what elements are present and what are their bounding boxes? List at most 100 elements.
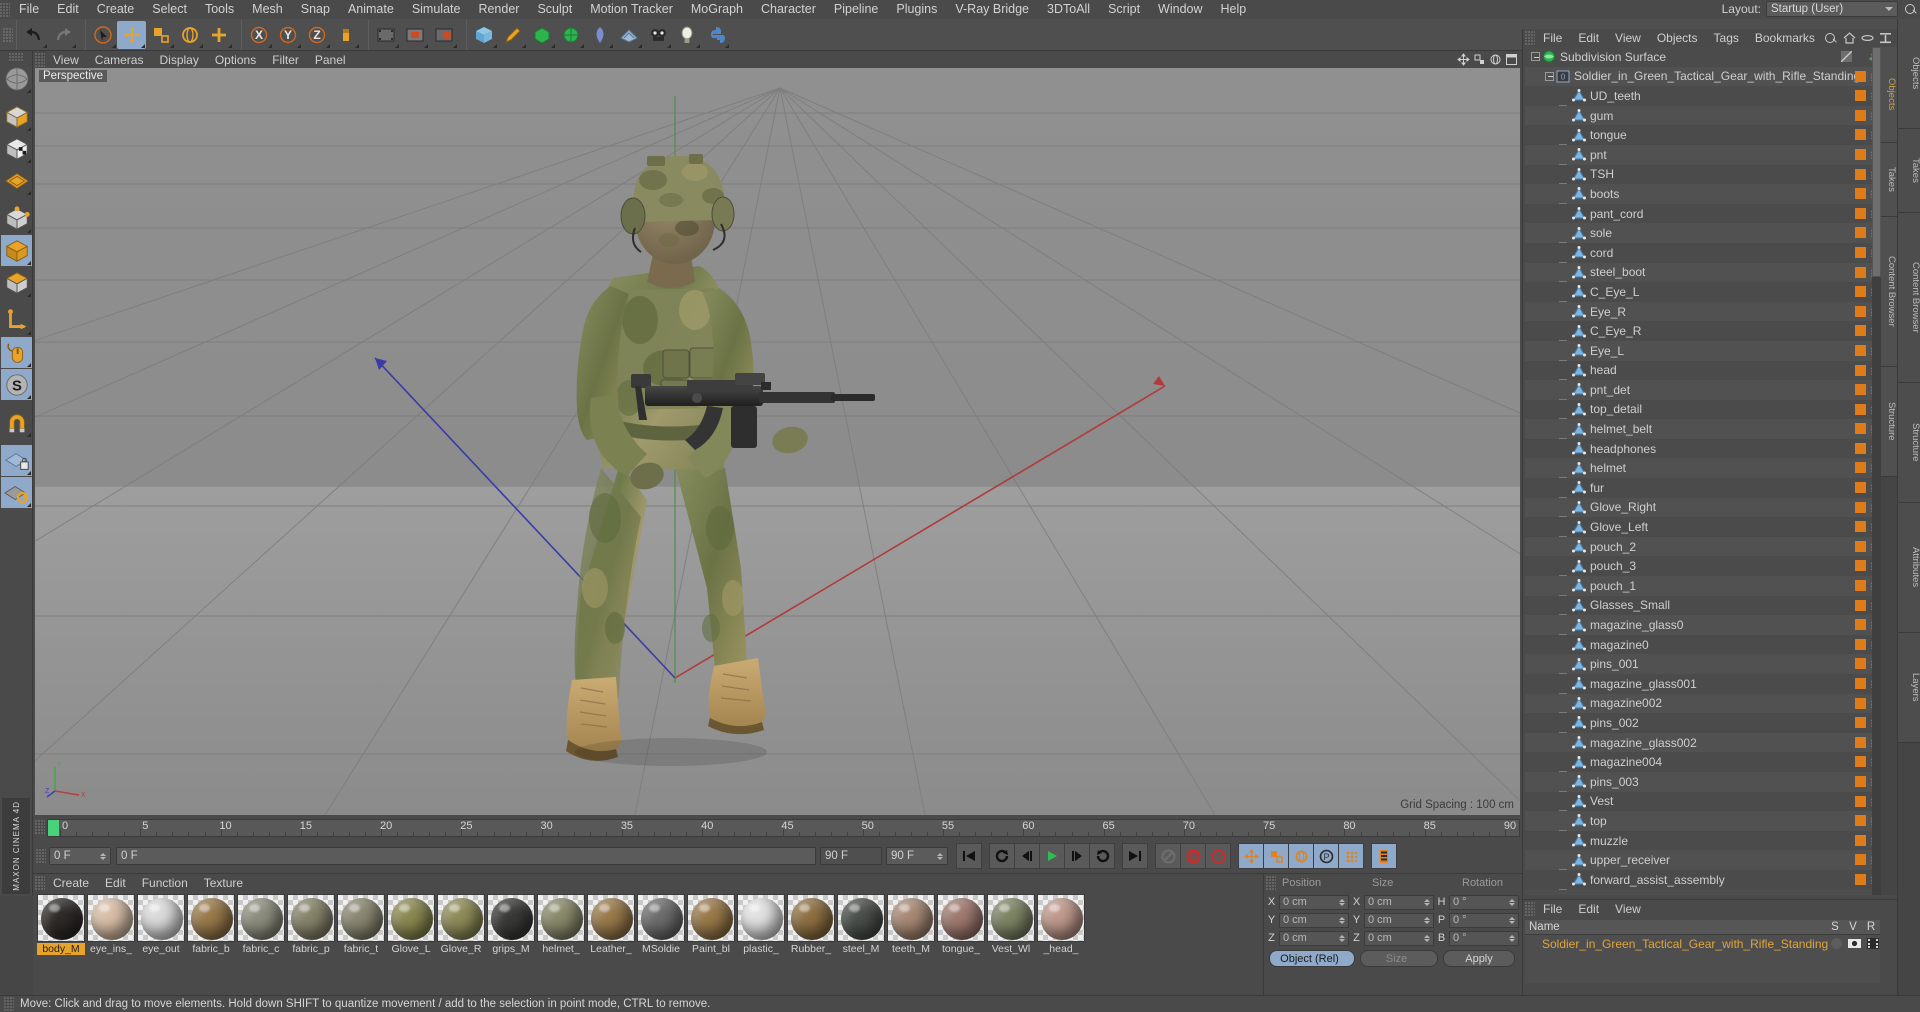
timeline-ruler-bar[interactable]: 0 5 10 15 20 25 30 35 40 45 50 55 60 65 70 75 80 85 90 (33, 817, 1522, 839)
material-tag-icon[interactable] (1855, 873, 1866, 885)
material-menu-item-function[interactable]: Function (134, 874, 196, 892)
polygon-object-icon[interactable] (1572, 207, 1586, 220)
material-item[interactable]: teeth_M (887, 894, 935, 955)
flyout-corner-icon[interactable] (27, 89, 31, 93)
material-tag-icon[interactable] (1855, 795, 1866, 807)
object-tree-row[interactable]: tongue (1525, 125, 1880, 146)
flyout-corner-icon[interactable] (27, 191, 31, 195)
flyout-corner-icon[interactable] (27, 261, 31, 265)
polygon-object-icon[interactable] (1572, 500, 1586, 514)
position-x-field[interactable]: 0 cm (1279, 894, 1349, 910)
object-tree-row[interactable]: pnt (1525, 144, 1880, 165)
timeline-mode-group[interactable] (1371, 843, 1397, 869)
object-menu-item-tags[interactable]: Tags (1706, 29, 1747, 47)
menu-item-window[interactable]: Window (1149, 0, 1211, 19)
collapse-toggle-icon[interactable] (1531, 52, 1540, 62)
current-frame-spinner[interactable] (100, 852, 106, 860)
search-icon[interactable] (1903, 2, 1918, 17)
material-item[interactable]: eye_out (137, 894, 185, 955)
expand-icon[interactable] (1879, 32, 1892, 44)
menu-item-render[interactable]: Render (469, 0, 528, 19)
flyout-corner-icon[interactable] (27, 503, 31, 507)
object-manager-side-tabs[interactable]: Objects Takes Content Browser Structure (1881, 47, 1897, 895)
tool-soft-selection[interactable]: S (1, 369, 32, 400)
material-item[interactable]: grips_M (487, 894, 535, 955)
transport-buttons-group-1[interactable] (956, 843, 982, 869)
object-menu-item-objects[interactable]: Objects (1649, 29, 1706, 47)
flyout-corner-icon[interactable] (27, 331, 31, 335)
material-item[interactable]: Glove_R (437, 894, 485, 955)
render-view-button[interactable] (371, 21, 400, 49)
material-thumbnail[interactable] (37, 894, 85, 942)
menu-item-mesh[interactable]: Mesh (243, 0, 292, 19)
size-y-field[interactable]: 0 cm (1364, 912, 1434, 928)
tool-texture-axis[interactable] (1, 63, 32, 94)
flyout-corner-icon[interactable] (424, 43, 428, 48)
generator-button[interactable] (527, 21, 556, 49)
material-tag-icon[interactable] (1855, 148, 1866, 160)
flyout-corner-icon[interactable] (199, 43, 203, 48)
home-icon[interactable] (1843, 32, 1856, 44)
viewport-menu-item-options[interactable]: Options (207, 51, 264, 69)
coordinate-apply-button[interactable]: Apply (1443, 950, 1515, 967)
menu-grip-handle[interactable] (0, 2, 10, 17)
dock-tab-content-browser[interactable]: Content Browser (1898, 213, 1920, 383)
material-item[interactable]: Vest_Wl (987, 894, 1035, 955)
polygon-object-icon[interactable] (1572, 794, 1586, 808)
polygon-object-icon[interactable] (1572, 422, 1586, 436)
object-tree-row[interactable]: helmet_belt (1525, 419, 1880, 440)
object-tree-row[interactable]: 0 Soldier_in_Green_Tactical_Gear_with_Rif… (1525, 66, 1880, 87)
material-tag-icon[interactable] (1855, 619, 1866, 631)
polygon-object-icon[interactable] (1572, 226, 1586, 240)
flyout-corner-icon[interactable] (27, 127, 31, 131)
menu-item-simulate[interactable]: Simulate (403, 0, 470, 19)
transport-grip-handle[interactable] (36, 849, 46, 863)
layer-row[interactable]: Soldier_in_Green_Tactical_Gear_with_Rifl… (1525, 935, 1880, 952)
material-tag-icon[interactable] (1855, 207, 1866, 219)
left-toolbar[interactable]: S MAXON CINEMA 4D (0, 51, 33, 896)
flyout-corner-icon[interactable] (725, 43, 729, 48)
polygon-object-icon[interactable] (1572, 834, 1586, 847)
transport-bar[interactable]: 0 F 0 F 90 F 90 F ? P (33, 839, 1522, 873)
menu-item-create[interactable]: Create (88, 0, 144, 19)
status-grip-handle[interactable] (4, 997, 14, 1011)
viewport-menu-item-panel[interactable]: Panel (307, 51, 354, 69)
material-tag-icon[interactable] (1855, 384, 1866, 396)
polygon-object-icon[interactable] (1572, 481, 1586, 494)
coordinate-row-x[interactable]: X 0 cm X 0 cm H 0 ° (1264, 894, 1522, 910)
collapse-toggle-icon[interactable] (1545, 71, 1554, 81)
size-z-field[interactable]: 0 cm (1364, 930, 1434, 946)
material-thumbnail[interactable] (737, 894, 785, 942)
material-tag-icon[interactable] (1855, 442, 1866, 454)
material-grip-handle[interactable] (35, 876, 45, 890)
tool-axis-modify[interactable] (1, 305, 32, 336)
polygon-object-icon[interactable] (1572, 775, 1586, 788)
layer-manager-grip-handle[interactable] (1525, 902, 1535, 916)
menu-item-pipeline[interactable]: Pipeline (825, 0, 887, 19)
material-tag-icon[interactable] (1855, 403, 1866, 415)
toolbar-grip-handle[interactable] (3, 27, 13, 42)
material-thumbnail[interactable] (337, 894, 385, 942)
material-item[interactable]: tongue_ (937, 894, 985, 955)
object-tree-list[interactable]: Subdivision Surface✓ 0 Soldier_in_Green_Ta… (1525, 47, 1880, 895)
material-tag-icon[interactable] (1855, 736, 1866, 748)
material-tag-icon[interactable] (1855, 540, 1866, 552)
object-tree-row[interactable]: forward_assist_assembly (1525, 869, 1880, 890)
material-tag-icon[interactable] (1855, 638, 1866, 650)
material-tag-icon[interactable] (1855, 756, 1866, 768)
object-manager-grip-handle[interactable] (1525, 31, 1535, 45)
material-grid[interactable]: body_M eye_ins_ eye_out fabric_b fabric_c fab… (37, 894, 1085, 955)
object-tree-row[interactable]: Vest (1525, 791, 1880, 812)
material-thumbnail[interactable] (837, 894, 885, 942)
viewport-menu-item-filter[interactable]: Filter (264, 51, 307, 69)
deformer-button[interactable] (556, 21, 585, 49)
polygon-object-icon[interactable] (1572, 109, 1586, 122)
polygon-object-icon[interactable] (1572, 461, 1586, 475)
play-forwards-button[interactable] (1089, 843, 1115, 869)
object-tree-row[interactable]: Eye_L (1525, 340, 1880, 361)
viewport-menu-bar[interactable]: View Cameras Display Options Filter Panel (33, 51, 1522, 68)
object-list-scrollbar[interactable] (1872, 47, 1881, 895)
polygon-object-icon[interactable] (1572, 344, 1586, 357)
polygon-object-icon[interactable] (1572, 128, 1586, 142)
material-item[interactable]: helmet_ (537, 894, 585, 955)
